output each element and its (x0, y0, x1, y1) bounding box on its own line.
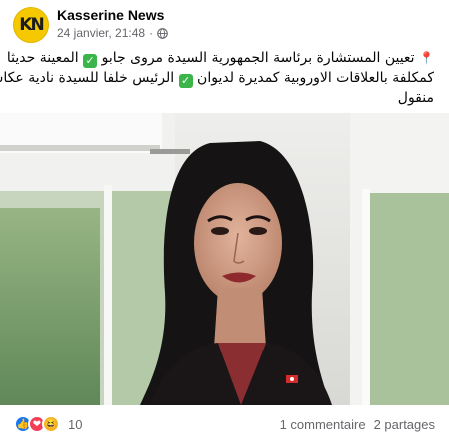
caption-line-1: 📍 تعيين المستشارة برئاسة الجمهورية السيد… (7, 48, 434, 68)
page-name-link[interactable]: Kasserine News (57, 7, 164, 23)
post-header: KN Kasserine News 24 janvier, 21:48 · (13, 5, 443, 45)
globe-icon (157, 27, 168, 39)
avatar-logo-text: KN (19, 15, 44, 35)
check-mark-icon: ✓ (178, 74, 193, 88)
pin-icon: 📍 (419, 51, 434, 65)
caption-line-3: منقول (397, 90, 434, 106)
post-footer: 👍 ❤ 😆 10 1 commentaire 2 partages (0, 405, 449, 442)
post-photo[interactable] (0, 113, 449, 405)
haha-icon: 😆 (42, 415, 60, 433)
comments-count-link[interactable]: 1 commentaire (280, 417, 366, 432)
meta-separator: · (149, 26, 154, 40)
post-timestamp[interactable]: 24 janvier, 21:48 (57, 26, 145, 40)
reaction-count: 10 (68, 416, 83, 432)
check-mark-icon: ✓ (83, 54, 98, 68)
post-caption: 📍 تعيين المستشارة برئاسة الجمهورية السيد… (0, 48, 434, 108)
caption-text-2a: المعينة حديثا (6, 50, 79, 66)
facebook-post: KN Kasserine News 24 janvier, 21:48 · 📍 … (0, 0, 449, 442)
shares-count-link[interactable]: 2 partages (374, 417, 435, 432)
post-meta: 24 janvier, 21:48 · (57, 26, 168, 40)
page-avatar[interactable]: KN (13, 7, 49, 43)
caption-text-2b: كمكلفة بالعلاقات الاوروبية كمديرة لديوان (197, 70, 434, 86)
caption-text-2c: الرئيس خلفا للسيدة نادية عكاشة (0, 70, 175, 86)
reactions-summary[interactable]: 👍 ❤ 😆 10 (14, 415, 82, 433)
caption-text-1: تعيين المستشارة برئاسة الجمهورية السيدة … (101, 50, 415, 66)
portrait-photo (0, 113, 449, 405)
caption-line-2: كمكلفة بالعلاقات الاوروبية كمديرة لديوان… (0, 68, 434, 88)
post-stats: 1 commentaire 2 partages (280, 417, 435, 432)
